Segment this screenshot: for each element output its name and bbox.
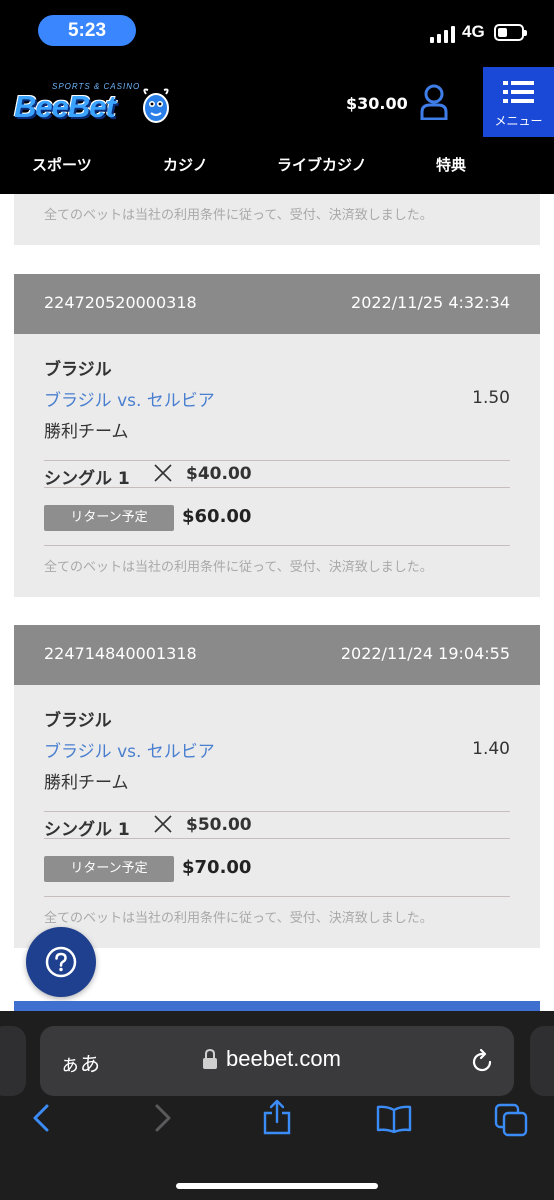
bet-card-header: 224720520000318 2022/11/25 4:32:34 <box>14 274 540 334</box>
return-label-badge: リターン予定 <box>44 856 174 882</box>
bet-type: シングル 1 <box>44 820 130 840</box>
menu-icon <box>503 81 534 103</box>
forward-icon[interactable] <box>152 1103 174 1133</box>
reload-icon[interactable] <box>470 1048 494 1074</box>
site-header: SPORTS & CASINO BeeBet $30.00 メニュー スポーツ <box>0 62 554 194</box>
bet-league: ブラジル <box>44 711 112 731</box>
bookmarks-icon[interactable] <box>376 1105 412 1133</box>
status-time: 5:23 <box>38 15 136 46</box>
nav-casino[interactable]: カジノ <box>163 154 208 175</box>
previous-bet-card-tail: 全てのベットは当社の利用条件に従って、受付、決済致しました。 <box>14 194 540 245</box>
times-icon <box>154 464 172 482</box>
divider <box>44 487 510 488</box>
bet-type: シングル 1 <box>44 469 130 489</box>
bet-id: 224720520000318 <box>44 293 197 312</box>
next-tab-edge[interactable] <box>530 1026 554 1096</box>
main-nav: スポーツ カジノ ライブカジノ 特典 <box>0 148 554 182</box>
tabs-icon[interactable] <box>494 1103 528 1137</box>
bet-stake: $40.00 <box>186 464 252 484</box>
bet-match-link[interactable]: ブラジル vs. セルビア <box>44 386 215 411</box>
bet-stake: $50.00 <box>186 815 252 835</box>
share-icon[interactable] <box>262 1099 292 1135</box>
help-icon <box>45 946 77 978</box>
bet-odds: 1.40 <box>472 739 510 759</box>
help-button[interactable] <box>26 927 96 997</box>
bet-id: 224714840001318 <box>44 644 197 663</box>
return-label-badge: リターン予定 <box>44 505 174 531</box>
divider <box>44 896 510 897</box>
bet-league: ブラジル <box>44 360 112 380</box>
bet-disclaimer: 全てのベットは当社の利用条件に従って、受付、決済致しました。 <box>44 560 433 575</box>
nav-promotions[interactable]: 特典 <box>436 154 466 175</box>
bet-card: 224720520000318 2022/11/25 4:32:34 ブラジル … <box>14 274 540 597</box>
bet-market: 勝利チーム <box>44 422 129 442</box>
previous-tab-edge[interactable] <box>0 1026 26 1096</box>
bet-odds: 1.50 <box>472 388 510 408</box>
url-text[interactable]: beebet.com <box>226 1046 341 1072</box>
bet-disclaimer: 全てのベットは当社の利用条件に従って、受付、決済致しました。 <box>44 911 433 926</box>
nav-sports[interactable]: スポーツ <box>32 154 92 175</box>
battery-icon <box>494 24 527 41</box>
bet-match-link[interactable]: ブラジル vs. セルビア <box>44 737 215 762</box>
home-indicator <box>176 1183 378 1189</box>
lock-icon <box>203 1048 217 1069</box>
menu-label: メニュー <box>494 114 543 128</box>
divider <box>44 460 510 461</box>
logo-text: BeeBet <box>14 89 116 124</box>
menu-button[interactable]: メニュー <box>483 67 554 137</box>
divider <box>44 545 510 546</box>
user-icon[interactable] <box>420 84 448 120</box>
return-amount: $70.00 <box>182 857 252 878</box>
return-amount: $60.00 <box>182 506 252 527</box>
status-bar: 5:23 4G <box>0 0 554 62</box>
bee-mascot-icon <box>143 88 169 123</box>
bet-history-list[interactable]: 全てのベットは当社の利用条件に従って、受付、決済致しました。 224720520… <box>0 194 554 1011</box>
account-balance[interactable]: $30.00 <box>346 94 408 113</box>
divider <box>44 838 510 839</box>
page-settings-button[interactable]: ぁあ <box>60 1048 100 1077</box>
bet-datetime: 2022/11/25 4:32:34 <box>351 293 510 312</box>
bet-card: 224714840001318 2022/11/24 19:04:55 ブラジル… <box>14 625 540 948</box>
bet-card-header: 224714840001318 2022/11/24 19:04:55 <box>14 625 540 685</box>
browser-chrome: ぁあ beebet.com <box>0 1011 554 1200</box>
back-icon[interactable] <box>30 1103 52 1133</box>
signal-icon <box>430 25 456 43</box>
times-icon <box>154 815 172 833</box>
beebet-logo[interactable]: SPORTS & CASINO BeeBet <box>14 80 174 130</box>
nav-live-casino[interactable]: ライブカジノ <box>277 154 367 175</box>
address-bar[interactable]: ぁあ beebet.com <box>40 1026 514 1096</box>
network-type: 4G <box>462 22 485 41</box>
bet-market: 勝利チーム <box>44 773 129 793</box>
bet-disclaimer: 全てのベットは当社の利用条件に従って、受付、決済致しました。 <box>44 208 433 223</box>
divider <box>44 811 510 812</box>
bet-datetime: 2022/11/24 19:04:55 <box>340 644 510 663</box>
next-card-edge <box>14 1001 540 1011</box>
